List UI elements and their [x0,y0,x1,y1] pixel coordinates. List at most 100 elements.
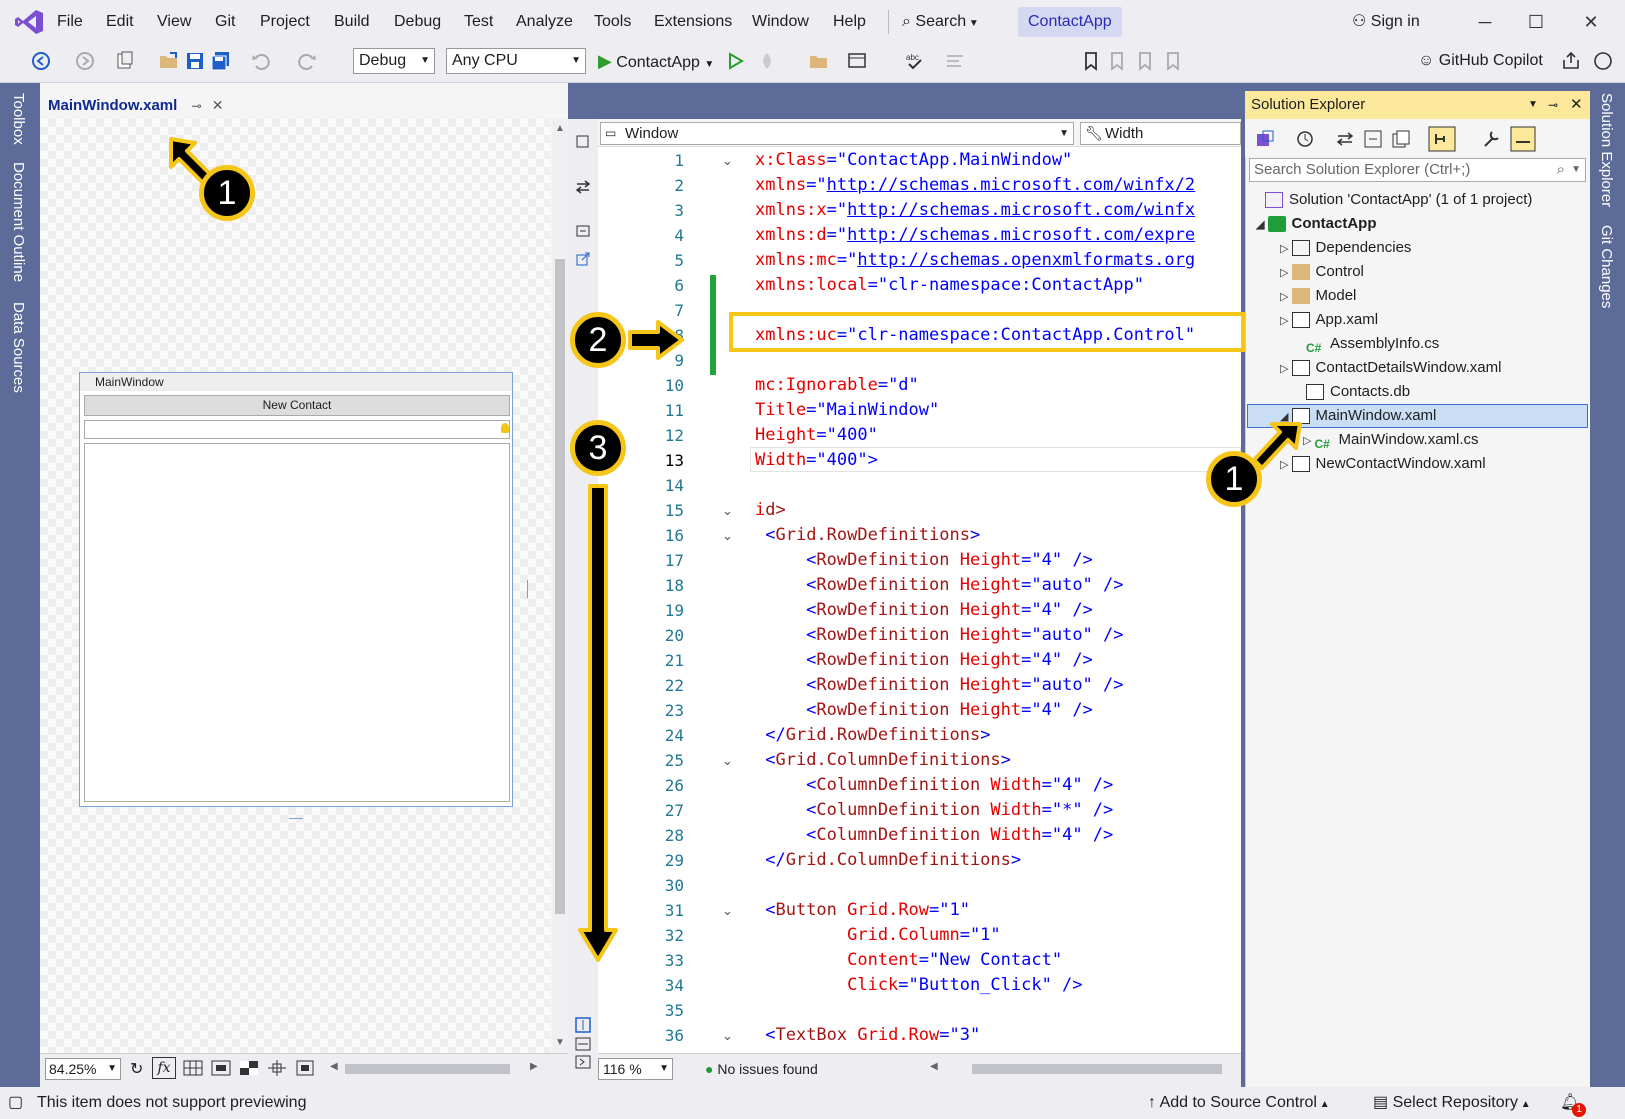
code-line[interactable]: <Button Grid.Row="1" [755,898,1241,923]
tree-item-assemblyinfo[interactable]: C# AssemblyInfo.cs [1306,332,1439,356]
fold-toggle-icon[interactable]: ⌄ [722,148,733,173]
prev-bookmark-icon[interactable] [1106,50,1128,72]
collapse-pane-icon[interactable] [574,222,592,240]
designer-zoom-dropdown[interactable]: 84.25% ▼ [45,1058,121,1080]
navigate-back-icon[interactable] [30,50,52,72]
scroll-right-icon[interactable]: ▶ [530,1061,538,1072]
snap-to-lines-icon[interactable] [266,1059,288,1077]
code-line[interactable]: <RowDefinition Height="auto" /> [755,573,1241,598]
menu-tools[interactable]: Tools [594,0,631,43]
transparency-icon[interactable] [238,1059,260,1077]
snap-gridlines-icon[interactable] [210,1059,232,1077]
preview-selected-items-icon[interactable] [1428,126,1456,152]
device-preview-icon[interactable] [294,1059,316,1077]
menu-build[interactable]: Build [334,0,370,43]
fold-toggle-icon[interactable]: ⌄ [722,748,733,773]
tree-item-newcontactwindow[interactable]: ▷ NewContactWindow.xaml [1280,452,1486,476]
bookmark-icon[interactable] [1080,50,1102,72]
window-preview[interactable]: MainWindow New Contact [79,372,513,807]
expanded-triangle-icon[interactable]: ◢ [1256,219,1268,231]
code-line[interactable]: <RowDefinition Height="auto" /> [755,673,1241,698]
resize-handle[interactable] [527,580,528,598]
scroll-down-icon[interactable]: ▼ [555,1037,565,1048]
sync-icon[interactable] [1334,128,1356,150]
code-line[interactable]: Title="MainWindow" [755,398,1241,423]
member-navigation-dropdown[interactable]: 🔧︎ Width [1080,122,1241,145]
properties-wrench-icon[interactable] [1480,128,1502,150]
history-icon[interactable] [1294,128,1316,150]
code-line[interactable]: <RowDefinition Height="auto" /> [755,623,1241,648]
window-layout-icon[interactable] [846,50,868,72]
menu-view[interactable]: View [157,0,191,43]
resize-handle[interactable] [289,818,303,819]
sign-in-button[interactable]: ⚇ Sign in [1352,0,1420,43]
code-line[interactable]: Content="New Contact" [755,948,1241,973]
chevron-down-icon[interactable]: ▼ [1528,91,1538,119]
code-line[interactable]: </Grid.RowDefinitions> [755,723,1241,748]
git-changes-tab[interactable]: Git Changes [1598,225,1615,308]
fold-toggle-icon[interactable]: ⌄ [722,498,733,523]
maximize-button[interactable]: ☐ [1521,8,1551,36]
menu-window[interactable]: Window [752,0,809,43]
expand-pane-icon[interactable] [574,1054,592,1070]
menu-git[interactable]: Git [215,0,235,43]
fold-toggle-icon[interactable]: ⌄ [722,523,733,548]
tree-item-contacts-db[interactable]: Contacts.db [1306,380,1410,404]
code-line[interactable] [755,473,1241,498]
new-project-icon[interactable] [114,50,136,72]
menu-help[interactable]: Help [833,0,866,43]
horizontal-split-icon[interactable] [574,1016,592,1034]
menu-analyze[interactable]: Analyze [516,0,573,43]
menu-test[interactable]: Test [464,0,493,43]
clear-bookmarks-icon[interactable] [1162,50,1184,72]
code-line[interactable]: <ColumnDefinition Width="4" /> [755,823,1241,848]
code-line[interactable]: xmlns:d="http://schemas.microsoft.com/ex… [755,223,1241,248]
editor-horizontal-scroll-thumb[interactable] [972,1064,1222,1074]
pin-icon[interactable]: ⊸ [1548,91,1558,119]
share-icon[interactable] [1560,50,1582,72]
code-line[interactable]: <RowDefinition Height="4" /> [755,598,1241,623]
code-line[interactable]: xmlns:x="http://schemas.microsoft.com/wi… [755,198,1241,223]
collapsed-triangle-icon[interactable]: ▷ [1280,243,1292,255]
solution-platform-dropdown[interactable]: Any CPU ▼ [446,48,586,74]
code-line[interactable]: <RowDefinition Height="4" /> [755,548,1241,573]
scroll-thumb[interactable] [555,259,565,914]
menu-extensions[interactable]: Extensions [654,0,732,43]
vertical-split-icon[interactable] [574,1036,592,1052]
editor-zoom-dropdown[interactable]: 116 % ▼ [598,1058,673,1080]
data-sources-tab[interactable]: Data Sources [10,302,27,393]
refresh-icon[interactable]: ↻ [130,1059,143,1079]
code-line[interactable]: </Grid.ColumnDefinitions> [755,848,1241,873]
effects-toggle[interactable]: fx [152,1057,176,1079]
tree-item-control[interactable]: ▷ Control [1280,260,1364,284]
collapsed-triangle-icon[interactable]: ▷ [1280,291,1292,303]
tree-item-app-xaml[interactable]: ▷ App.xaml [1280,308,1378,332]
menu-edit[interactable]: Edit [106,0,134,43]
listview-preview[interactable] [84,443,510,802]
tree-solution[interactable]: Solution 'ContactApp' (1 of 1 project) [1265,188,1532,212]
scroll-left-icon[interactable]: ◀ [330,1061,338,1072]
tree-item-dependencies[interactable]: ▷ Dependencies [1280,236,1411,260]
collapse-all-icon[interactable] [1362,128,1384,150]
solution-configuration-dropdown[interactable]: Debug ▼ [353,48,435,74]
github-copilot-button[interactable]: ☺ GitHub Copilot [1418,48,1543,74]
code-line[interactable]: <RowDefinition Height="4" /> [755,648,1241,673]
navigate-forward-icon[interactable] [74,50,96,72]
grid-toggle-icon[interactable] [182,1059,204,1077]
code-line[interactable]: <ColumnDefinition Width="4" /> [755,773,1241,798]
code-line[interactable]: xmlns:mc="http://schemas.openxmlformats.… [755,248,1241,273]
menu-project[interactable]: Project [260,0,310,43]
close-tab-icon[interactable]: ✕ [212,97,224,113]
designer-horizontal-scroll-thumb[interactable] [345,1064,510,1074]
feedback-icon[interactable] [1592,50,1614,72]
save-all-icon[interactable] [210,50,232,72]
spell-check-icon[interactable]: abc [904,50,926,72]
lightbulb-icon[interactable] [501,423,509,433]
fold-toggle-icon[interactable]: ⌄ [722,1023,733,1048]
code-line[interactable]: id> [755,498,1241,523]
code-line[interactable]: Width="400"> [755,448,1241,473]
fold-toggle-icon[interactable]: ⌄ [722,898,733,923]
tree-project[interactable]: ◢ ContactApp [1256,212,1377,236]
element-navigation-dropdown[interactable]: ▭ Window ▼ [600,122,1074,145]
chevron-down-icon[interactable]: ▼ [1571,159,1581,181]
